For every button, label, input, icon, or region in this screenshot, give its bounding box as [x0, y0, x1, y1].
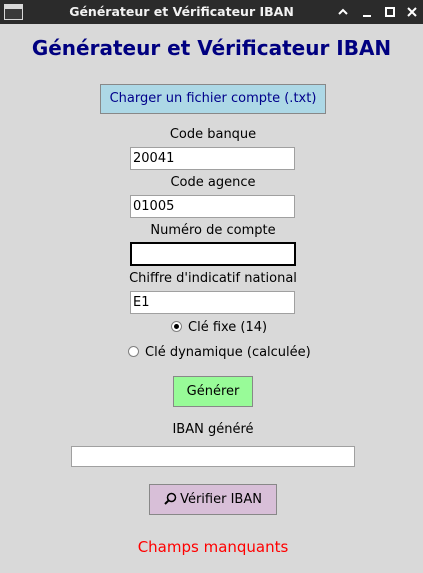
bank-code-label: Code banque [169, 127, 257, 142]
maximize-icon[interactable] [379, 0, 401, 24]
radio-selected-icon[interactable] [171, 321, 182, 332]
branch-code-field[interactable] [130, 195, 295, 218]
load-file-button[interactable]: Charger un fichier compte (.txt) [100, 84, 326, 114]
status-message: Champs manquants [137, 538, 289, 556]
window-title: Générateur et Vérificateur IBAN [69, 4, 294, 19]
app-window-icon [4, 4, 23, 20]
account-number-field[interactable] [130, 242, 296, 266]
national-check-field[interactable] [130, 291, 295, 314]
dynamic-key-label: Clé dynamique (calculée) [145, 345, 311, 360]
generate-button[interactable]: Générer [173, 376, 253, 407]
minimize-icon[interactable] [356, 0, 378, 24]
iban-output-field[interactable] [71, 446, 355, 467]
fixed-key-radio[interactable]: Clé fixe (14) [171, 320, 267, 336]
dynamic-key-radio[interactable]: Clé dynamique (calculée) [128, 345, 311, 361]
magnifier-icon [164, 492, 177, 505]
bank-code-field[interactable] [130, 147, 295, 170]
fixed-key-label: Clé fixe (14) [188, 320, 268, 335]
verify-iban-label: Vérifier IBAN [180, 492, 262, 507]
radio-unselected-icon[interactable] [128, 346, 139, 357]
window-titlebar[interactable]: Générateur et Vérificateur IBAN [0, 0, 423, 24]
iban-label: IBAN généré [172, 422, 254, 437]
chevron-up-icon[interactable] [332, 0, 354, 24]
branch-code-label: Code agence [170, 175, 256, 190]
verify-iban-button[interactable]: Vérifier IBAN [149, 484, 277, 515]
national-check-label: Chiffre d'indicatif national [129, 271, 297, 286]
account-number-label: Numéro de compte [150, 223, 276, 238]
close-icon[interactable] [401, 0, 423, 24]
page-title: Générateur et Vérificateur IBAN [31, 36, 392, 60]
